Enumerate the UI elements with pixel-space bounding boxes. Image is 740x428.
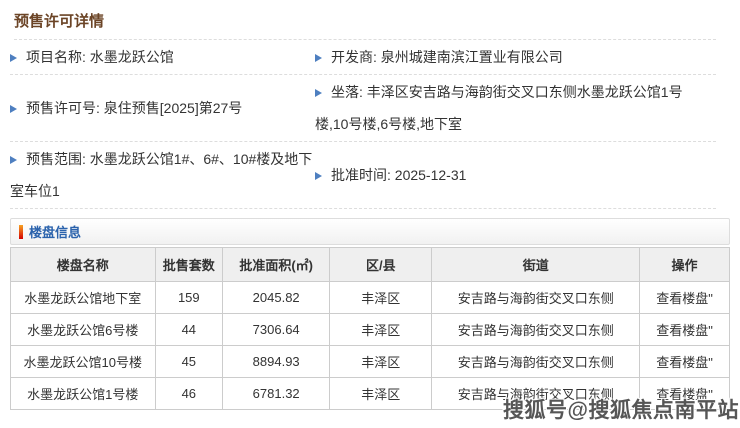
field-location: 坐落: 丰泽区安吉路与海韵街交叉口东侧水墨龙跃公馆1号楼,10号楼,6号楼,地下… xyxy=(315,76,716,140)
col-header-building-name: 楼盘名称 xyxy=(11,248,156,282)
bullet-arrow-icon xyxy=(10,156,21,164)
section-marker-bar-icon xyxy=(19,225,23,239)
field-value: 2025-12-31 xyxy=(395,167,467,183)
field-permit-number: 预售许可号: 泉住预售[2025]第27号 xyxy=(10,92,315,124)
field-label: 开发商: xyxy=(331,49,381,65)
field-label: 预售许可号: xyxy=(26,100,104,116)
bullet-arrow-icon xyxy=(10,105,21,113)
cell-action: 查看楼盘" xyxy=(640,314,730,346)
cell-district: 丰泽区 xyxy=(330,282,432,314)
bullet-arrow-icon xyxy=(315,54,326,62)
cell-approved-units: 45 xyxy=(155,346,223,378)
cell-building-name: 水墨龙跃公馆10号楼 xyxy=(11,346,156,378)
info-row-2: 预售许可号: 泉住预售[2025]第27号 坐落: 丰泽区安吉路与海韵街交叉口东… xyxy=(10,75,716,142)
view-building-link[interactable]: 查看楼盘" xyxy=(656,323,713,338)
field-presale-scope: 预售范围: 水墨龙跃公馆1#、6#、10#楼及地下室车位1 xyxy=(10,143,315,207)
info-row-3: 预售范围: 水墨龙跃公馆1#、6#、10#楼及地下室车位1 批准时间: 2025… xyxy=(10,142,716,209)
bullet-arrow-icon xyxy=(10,54,21,62)
cell-approved-units: 46 xyxy=(155,378,223,410)
cell-street: 安吉路与海韵街交叉口东侧 xyxy=(432,314,640,346)
field-label: 预售范围: xyxy=(26,151,90,167)
permit-info-grid: 项目名称: 水墨龙跃公馆 开发商: 泉州城建南滨江置业有限公司 预售许可号: 泉… xyxy=(10,40,716,209)
view-building-link[interactable]: 查看楼盘" xyxy=(656,355,713,370)
cell-building-name: 水墨龙跃公馆6号楼 xyxy=(11,314,156,346)
cell-action: 查看楼盘" xyxy=(640,346,730,378)
cell-building-name: 水墨龙跃公馆地下室 xyxy=(11,282,156,314)
cell-district: 丰泽区 xyxy=(330,346,432,378)
bullet-arrow-icon xyxy=(315,172,326,180)
cell-district: 丰泽区 xyxy=(330,378,432,410)
section-title: 楼盘信息 xyxy=(29,222,81,241)
table-row: 水墨龙跃公馆地下室 159 2045.82 丰泽区 安吉路与海韵街交叉口东侧 查… xyxy=(11,282,730,314)
building-info-table: 楼盘名称 批售套数 批准面积(㎡) 区/县 街道 操作 水墨龙跃公馆地下室 15… xyxy=(10,247,730,410)
col-header-approved-units: 批售套数 xyxy=(155,248,223,282)
cell-approved-units: 159 xyxy=(155,282,223,314)
cell-approved-area: 8894.93 xyxy=(223,346,330,378)
info-row-1: 项目名称: 水墨龙跃公馆 开发商: 泉州城建南滨江置业有限公司 xyxy=(10,40,716,75)
cell-street: 安吉路与海韵街交叉口东侧 xyxy=(432,282,640,314)
cell-approved-units: 44 xyxy=(155,314,223,346)
cell-approved-area: 2045.82 xyxy=(223,282,330,314)
field-label: 批准时间: xyxy=(331,167,395,183)
col-header-district: 区/县 xyxy=(330,248,432,282)
cell-action: 查看楼盘" xyxy=(640,282,730,314)
field-value: 丰泽区安吉路与海韵街交叉口东侧水墨龙跃公馆1号楼,10号楼,6号楼,地下室 xyxy=(315,84,683,132)
col-header-approved-area: 批准面积(㎡) xyxy=(223,248,330,282)
field-developer: 开发商: 泉州城建南滨江置业有限公司 xyxy=(315,41,716,73)
field-project-name: 项目名称: 水墨龙跃公馆 xyxy=(10,41,315,73)
field-approval-date: 批准时间: 2025-12-31 xyxy=(315,159,716,191)
cell-district: 丰泽区 xyxy=(330,314,432,346)
field-label: 项目名称: xyxy=(26,49,90,65)
field-value: 泉州城建南滨江置业有限公司 xyxy=(381,49,563,65)
view-building-link[interactable]: 查看楼盘" xyxy=(656,291,713,306)
table-header-row: 楼盘名称 批售套数 批准面积(㎡) 区/县 街道 操作 xyxy=(11,248,730,282)
table-row: 水墨龙跃公馆10号楼 45 8894.93 丰泽区 安吉路与海韵街交叉口东侧 查… xyxy=(11,346,730,378)
field-value: 泉住预售[2025]第27号 xyxy=(104,100,243,116)
page-title: 预售许可详情 xyxy=(14,0,716,40)
cell-building-name: 水墨龙跃公馆1号楼 xyxy=(11,378,156,410)
cell-approved-area: 6781.32 xyxy=(223,378,330,410)
bullet-arrow-icon xyxy=(315,89,326,97)
table-row: 水墨龙跃公馆6号楼 44 7306.64 丰泽区 安吉路与海韵街交叉口东侧 查看… xyxy=(11,314,730,346)
presale-permit-panel: 预售许可详情 项目名称: 水墨龙跃公馆 开发商: 泉州城建南滨江置业有限公司 预… xyxy=(0,0,740,410)
building-info-section-header: 楼盘信息 xyxy=(10,218,730,245)
sohu-watermark: 搜狐号@搜狐焦点南平站 xyxy=(503,394,739,424)
col-header-street: 街道 xyxy=(432,248,640,282)
cell-street: 安吉路与海韵街交叉口东侧 xyxy=(432,346,640,378)
field-label: 坐落: xyxy=(331,84,367,100)
cell-approved-area: 7306.64 xyxy=(223,314,330,346)
col-header-action: 操作 xyxy=(640,248,730,282)
field-value: 水墨龙跃公馆 xyxy=(90,49,174,65)
